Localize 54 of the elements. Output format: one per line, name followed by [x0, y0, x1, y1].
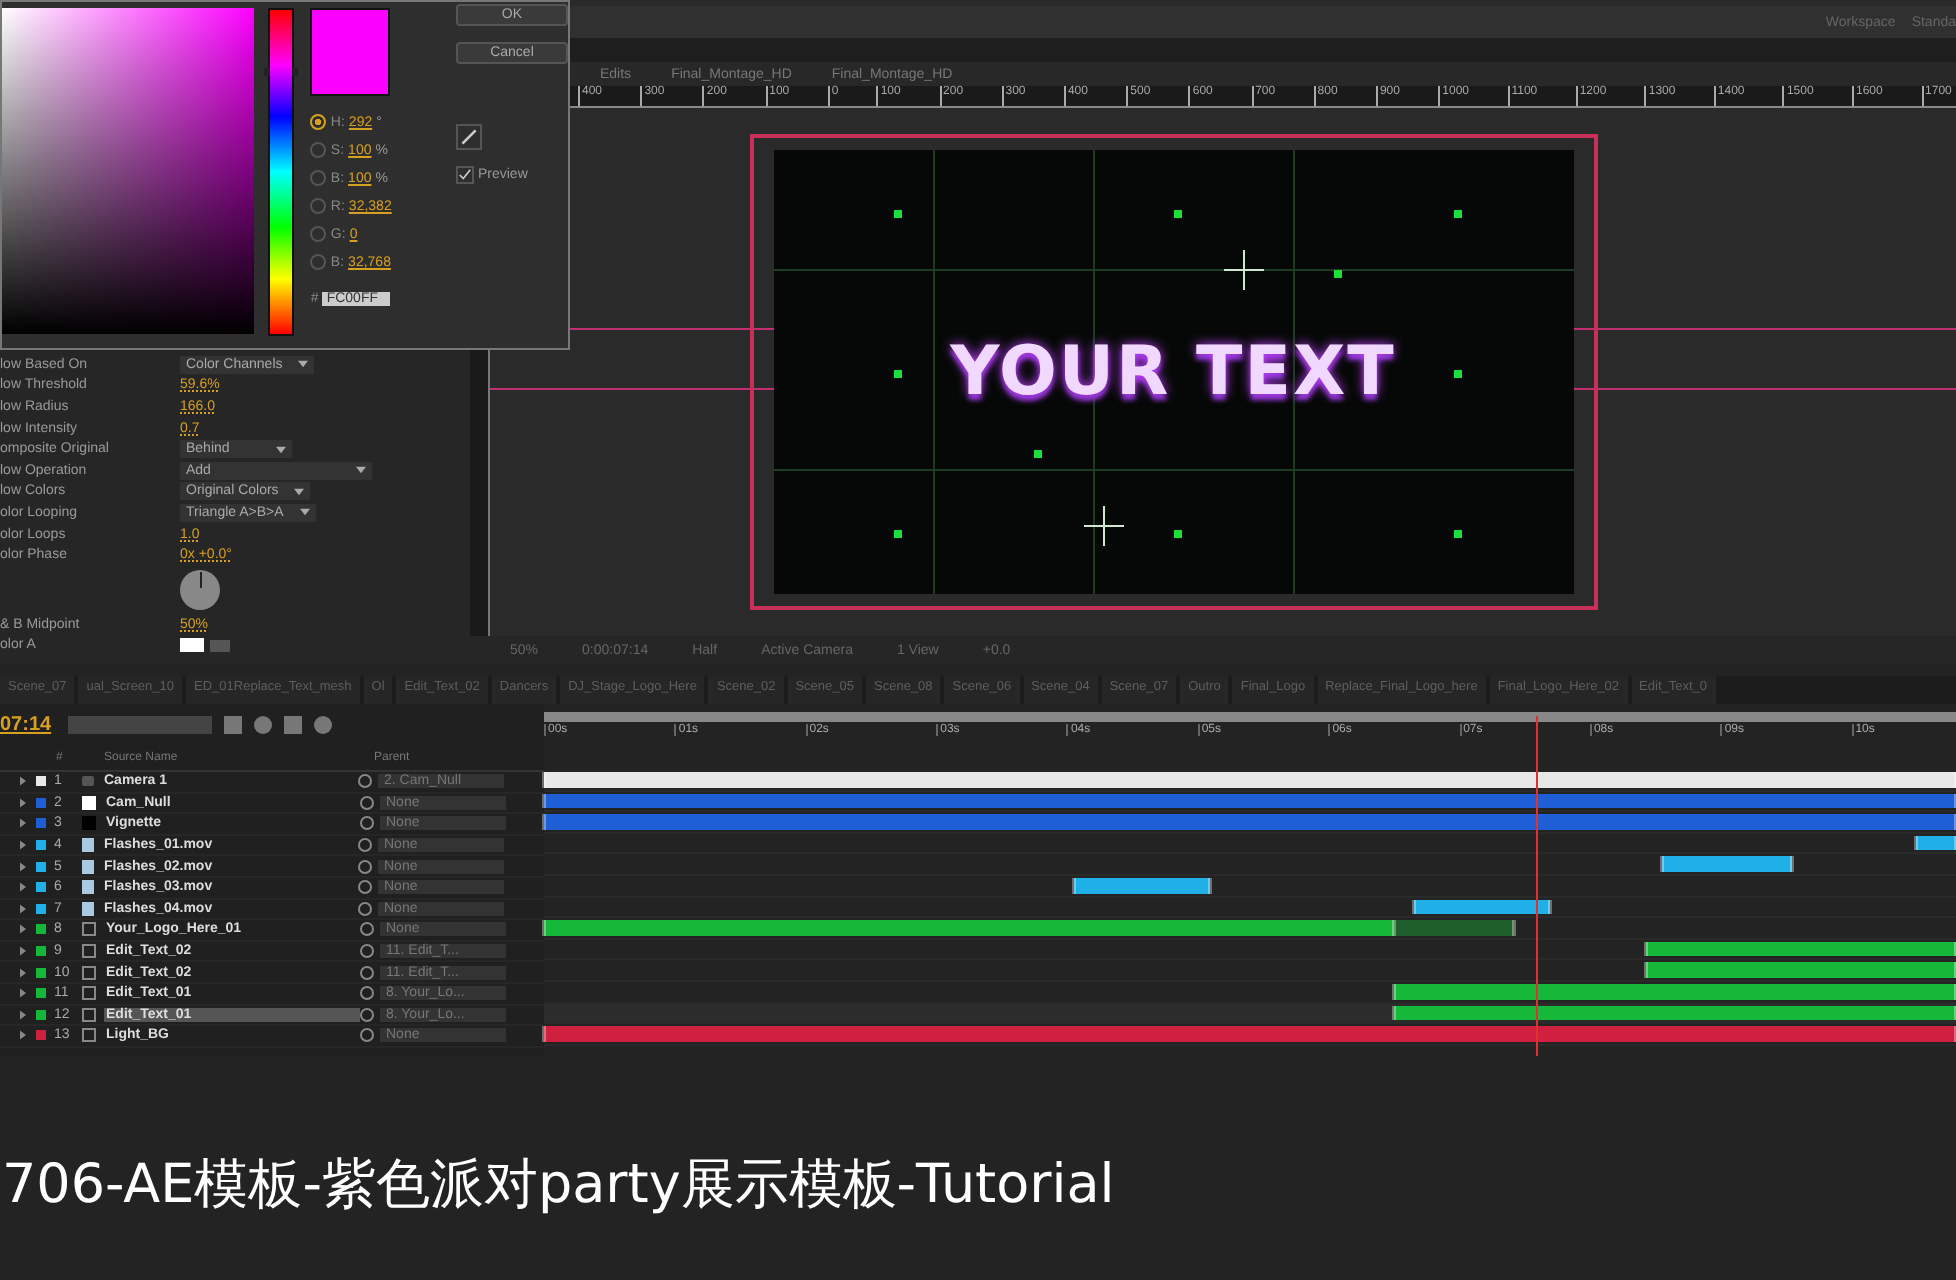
square-icon[interactable]	[284, 715, 302, 733]
circle-icon[interactable]	[314, 715, 332, 733]
color-preview	[310, 8, 391, 96]
out-point-handle[interactable]	[1790, 856, 1795, 872]
color-swatch[interactable]	[180, 638, 204, 653]
search-field[interactable]	[68, 715, 212, 733]
layer-duration-bar[interactable]	[1413, 899, 1551, 915]
radio-button[interactable]	[310, 170, 327, 186]
hue-slider[interactable]	[268, 8, 295, 336]
radio-button[interactable]	[310, 226, 327, 242]
in-point-handle[interactable]	[1914, 835, 1919, 851]
in-point-handle[interactable]	[542, 1026, 546, 1042]
timecode[interactable]: 07:14	[0, 713, 56, 735]
in-point-handle[interactable]	[1411, 899, 1416, 915]
square-icon[interactable]	[224, 715, 242, 733]
title-text: YOUR TEXT	[950, 332, 1396, 412]
eyedropper-icon[interactable]	[455, 124, 482, 150]
saturation-brightness-field[interactable]	[2, 8, 255, 334]
radio-button[interactable]	[310, 142, 327, 158]
caret-icon	[298, 360, 309, 369]
null-layer-icon	[82, 795, 96, 810]
in-point-handle[interactable]	[1071, 877, 1076, 894]
caret-icon	[356, 466, 366, 475]
layer-duration-bar[interactable]	[1394, 1005, 1956, 1021]
preview-checkbox[interactable]	[455, 166, 474, 184]
in-point-handle[interactable]	[542, 814, 546, 830]
layer-duration-bar[interactable]	[1916, 835, 1956, 851]
hue-slider-handle[interactable]	[264, 67, 299, 76]
layer-duration-bar[interactable]	[1645, 941, 1956, 957]
in-point-handle[interactable]	[1392, 983, 1396, 1000]
out-point-handle[interactable]	[1548, 899, 1553, 915]
layer-duration-bar[interactable]	[1394, 983, 1956, 1000]
angle-dial[interactable]	[180, 569, 220, 610]
in-point-handle[interactable]	[542, 772, 546, 788]
caret-icon	[276, 445, 286, 454]
circle-icon[interactable]	[254, 715, 272, 733]
in-point-handle[interactable]	[1392, 1005, 1396, 1021]
in-point-handle[interactable]	[542, 793, 546, 809]
radio-button[interactable]	[310, 198, 327, 214]
in-point-handle[interactable]	[1643, 962, 1648, 978]
camera-icon	[82, 776, 94, 787]
caret-icon	[299, 508, 310, 517]
layer-duration-bar[interactable]	[1073, 877, 1211, 894]
out-point-handle[interactable]	[1512, 920, 1517, 936]
in-point-handle[interactable]	[542, 920, 546, 936]
out-point-handle[interactable]	[1208, 877, 1213, 894]
trim-point-handle[interactable]	[1392, 920, 1396, 936]
in-point-handle[interactable]	[1660, 856, 1665, 872]
radio-button[interactable]	[310, 114, 327, 130]
radio-button[interactable]	[310, 254, 327, 270]
video-caption: 706-AE模板-紫色派对party展示模板-Tutorial	[2, 1152, 1115, 1220]
solid-layer-icon	[82, 816, 96, 831]
in-point-handle[interactable]	[1643, 941, 1648, 957]
caret-icon	[294, 487, 305, 496]
